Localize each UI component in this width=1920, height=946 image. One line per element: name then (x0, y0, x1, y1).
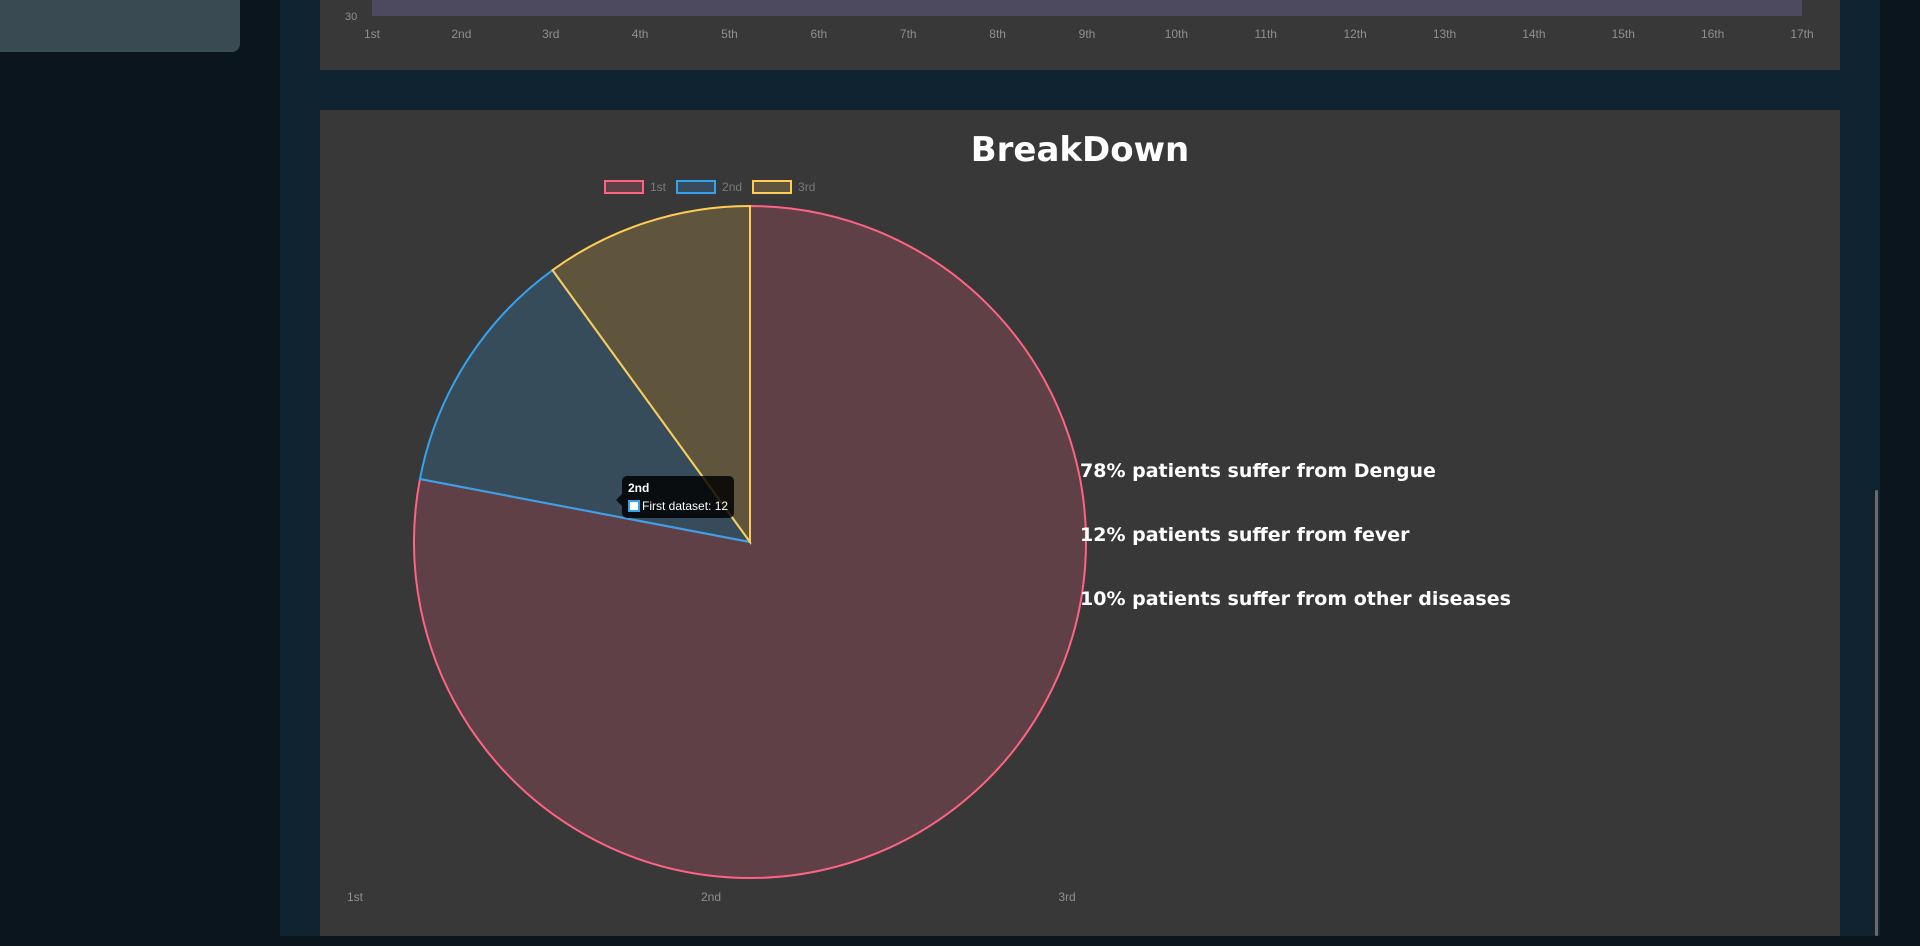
legend-label: 2nd (722, 180, 743, 194)
legend-item-2nd[interactable]: 2nd (676, 180, 742, 194)
chart-tooltip: 2nd First dataset: 12 (616, 476, 735, 518)
tooltip-color-swatch (628, 500, 640, 512)
legend-item-1st[interactable]: 1st (604, 180, 666, 194)
stats-list: 78% patients suffer from Dengue 12% pati… (1080, 460, 1511, 652)
pie-x-tick: 1st (346, 890, 364, 904)
line-chart-x-tick: 1st (363, 27, 381, 41)
line-chart-x-tick: 2nd (451, 27, 472, 41)
legend-item-3rd[interactable]: 3rd (752, 180, 815, 194)
line-chart-x-tick: 16th (1700, 27, 1725, 41)
legend-swatch (752, 180, 793, 194)
line-chart-x-tick: 13th (1432, 27, 1457, 41)
line-chart-x-tick: 6th (810, 27, 828, 41)
line-chart-x-tick: 11th (1254, 27, 1277, 41)
tooltip-title: 2nd (628, 481, 650, 495)
pie-x-tick: 2nd (700, 890, 722, 904)
line-chart-y-tick: 30 (345, 11, 358, 23)
bottom-strip (0, 936, 1920, 946)
stat-fever: 12% patients suffer from fever (1080, 524, 1410, 546)
pie-x-tick: 3rd (1058, 890, 1076, 904)
tooltip-value: First dataset: 12 (642, 499, 729, 513)
line-chart-x-tick: 9th (1078, 27, 1096, 41)
line-chart-plot-area (372, 0, 1802, 16)
main-panel: 30 1st 2nd 3rd 4th 5th 6th 7th 8th 9th 10th 11th 12… (280, 0, 1880, 936)
line-chart-card: 30 1st 2nd 3rd 4th 5th 6th 7th 8th 9th 10th 11th 12… (320, 0, 1840, 70)
stat-dengue: 78% patients suffer from Dengue (1080, 460, 1436, 482)
tooltip-body: First dataset: 12 (628, 499, 728, 513)
line-chart-x-tick: 12th (1343, 27, 1367, 41)
scrollbar-thumb[interactable] (1875, 490, 1878, 936)
legend-label: 3rd (798, 180, 816, 194)
breakdown-title: BreakDown (970, 130, 1190, 170)
breakdown-card: BreakDown 1st 2nd 3rd 1st 2nd 3rd 78% patien… (320, 110, 1840, 936)
sidebar-card (0, 0, 240, 52)
line-chart-x-tick: 8th (989, 27, 1006, 41)
line-chart-x-tick: 4th (631, 27, 649, 41)
legend-label: 1st (650, 180, 667, 194)
line-chart-x-tick: 3rd (542, 27, 560, 41)
legend-swatch (676, 180, 717, 194)
legend-swatch (604, 180, 644, 194)
chart-legend: 1st 2nd 3rd (604, 180, 815, 194)
line-chart-x-tick: 17th (1790, 27, 1814, 41)
line-chart-x-tick: 10th (1164, 27, 1189, 41)
line-chart-x-tick: 14th (1522, 27, 1546, 41)
line-chart-x-tick: 15th (1611, 27, 1635, 41)
tooltip-caret (616, 494, 622, 506)
line-chart-x-tick: 7th (899, 27, 917, 41)
line-chart-x-tick: 5th (721, 27, 738, 41)
stat-other: 10% patients suffer from other diseases (1080, 588, 1511, 610)
